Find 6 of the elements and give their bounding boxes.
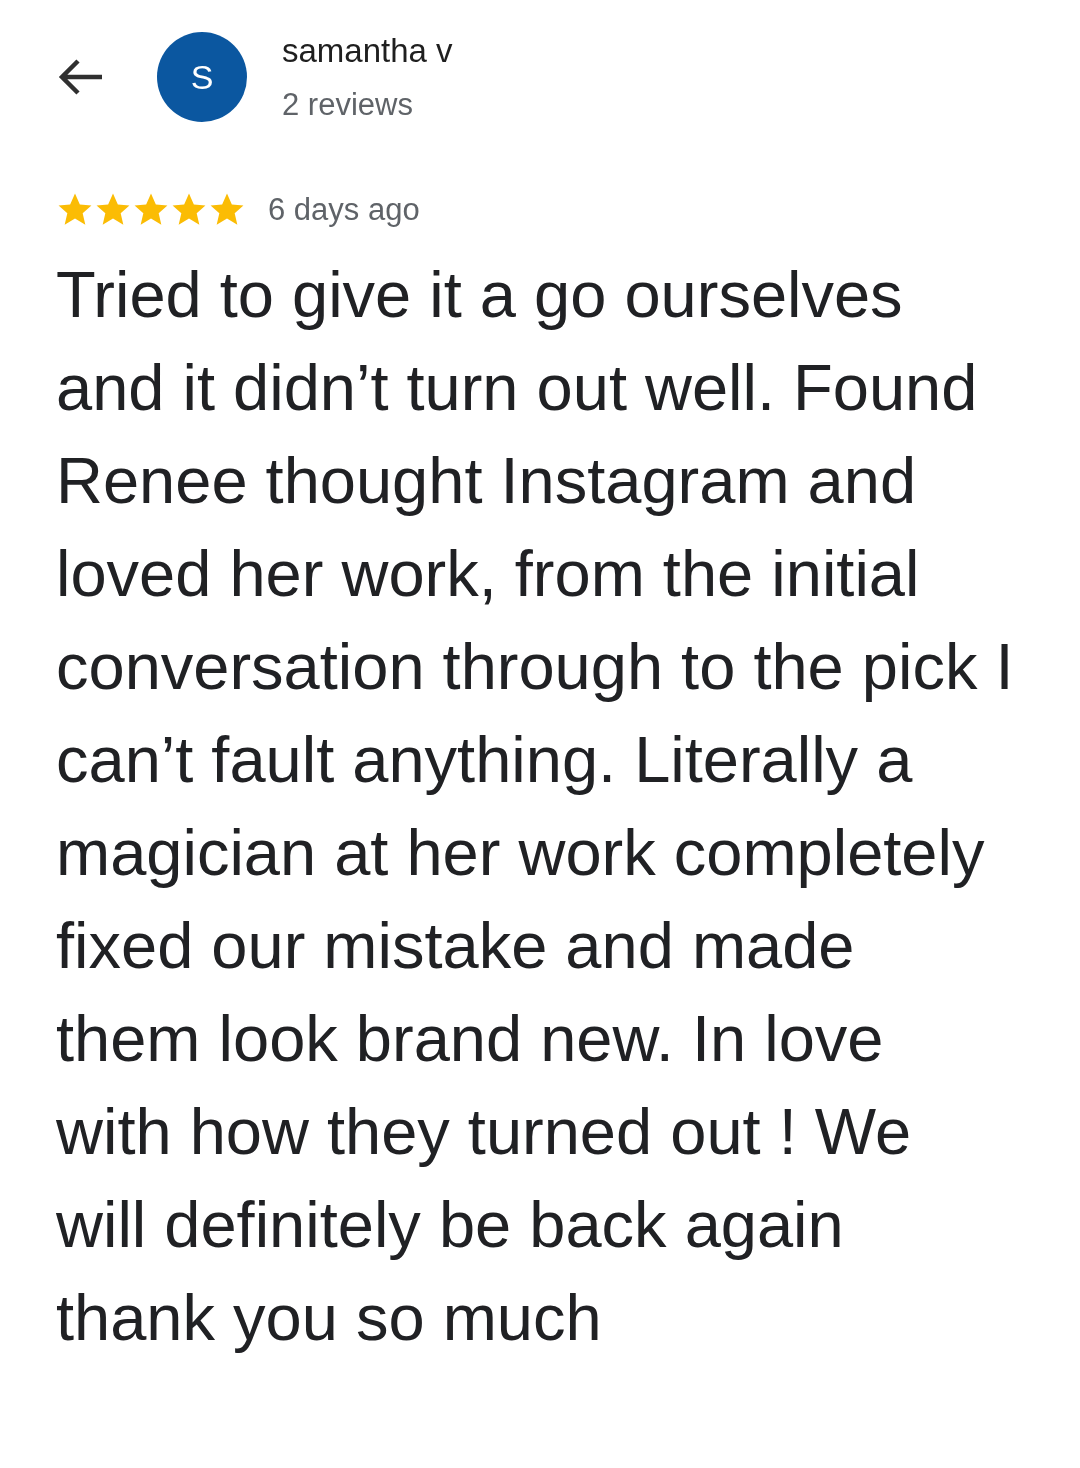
review-count: 2 reviews — [282, 86, 414, 124]
review-text: Tried to give it a go ourselves and it didn’t turn out well. Found Renee thought Instagram and loved her work, from the initial conversation through to the pick I can’t fault anything. Literally a magician at her work completely fixed our mistake and made them look brand new. In love with how they turned out ! We will definitely be back again thank you so much — [56, 256, 1015, 1356]
reviewer-name[interactable]: samantha v — [282, 30, 453, 72]
avatar[interactable]: S — [157, 32, 247, 122]
review-time: 6 days ago — [268, 191, 420, 229]
back-arrow-icon — [56, 57, 104, 97]
